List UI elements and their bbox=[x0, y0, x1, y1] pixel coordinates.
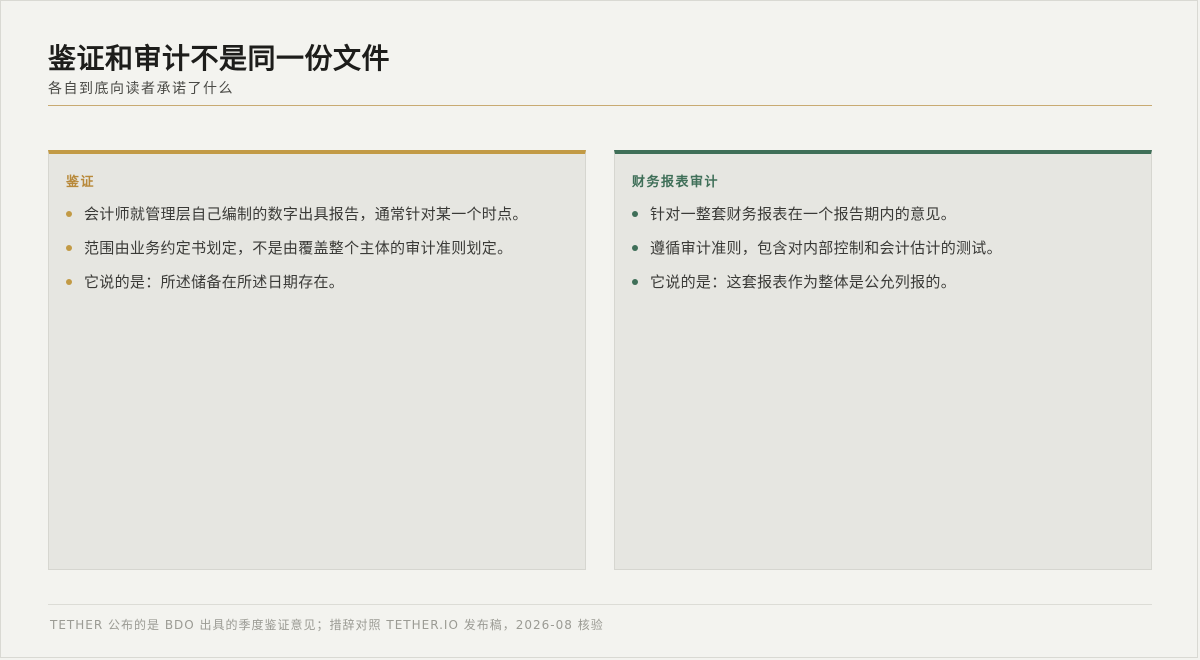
list-item: 范围由业务约定书划定，不是由覆盖整个主体的审计准则划定。 bbox=[66, 238, 528, 258]
list-item-text: 范围由业务约定书划定，不是由覆盖整个主体的审计准则划定。 bbox=[84, 239, 513, 257]
list-item: 它说的是：这套报表作为整体是公允列报的。 bbox=[632, 272, 1002, 292]
bullet-dot-icon bbox=[632, 245, 638, 251]
list-item-text: 会计师就管理层自己编制的数字出具报告，通常针对某一个时点。 bbox=[84, 205, 528, 223]
page-title: 鉴证和审计不是同一份文件 bbox=[48, 42, 391, 75]
bullet-dot-icon bbox=[66, 211, 72, 217]
panel-attestation: 鉴证 会计师就管理层自己编制的数字出具报告，通常针对某一个时点。 范围由业务约定… bbox=[48, 150, 586, 570]
panel-financial-audit: 财务报表审计 针对一整套财务报表在一个报告期内的意见。 遵循审计准则，包含对内部… bbox=[614, 150, 1152, 570]
list-item-text: 针对一整套财务报表在一个报告期内的意见。 bbox=[650, 205, 957, 223]
list-item-text: 它说的是：所述储备在所述日期存在。 bbox=[84, 273, 345, 291]
panel-label: 财务报表审计 bbox=[632, 175, 720, 190]
page-subtitle: 各自到底向读者承诺了什么 bbox=[48, 81, 234, 97]
list-item-text: 遵循审计准则，包含对内部控制和会计估计的测试。 bbox=[650, 239, 1002, 257]
footer-divider bbox=[48, 604, 1152, 605]
list-item: 会计师就管理层自己编制的数字出具报告，通常针对某一个时点。 bbox=[66, 204, 528, 224]
panel-item-list: 会计师就管理层自己编制的数字出具报告，通常针对某一个时点。 范围由业务约定书划定… bbox=[66, 204, 528, 306]
bullet-dot-icon bbox=[66, 279, 72, 285]
list-item: 遵循审计准则，包含对内部控制和会计估计的测试。 bbox=[632, 238, 1002, 258]
footer-note: TETHER 公布的是 BDO 出具的季度鉴证意见；措辞对照 TETHER.IO… bbox=[50, 618, 604, 632]
panel-label: 鉴证 bbox=[66, 175, 96, 190]
panel-item-list: 针对一整套财务报表在一个报告期内的意见。 遵循审计准则，包含对内部控制和会计估计… bbox=[632, 204, 1002, 306]
list-item: 它说的是：所述储备在所述日期存在。 bbox=[66, 272, 528, 292]
header: 鉴证和审计不是同一份文件 各自到底向读者承诺了什么 bbox=[48, 40, 1152, 98]
list-item: 针对一整套财务报表在一个报告期内的意见。 bbox=[632, 204, 1002, 224]
list-item-text: 它说的是：这套报表作为整体是公允列报的。 bbox=[650, 273, 957, 291]
bullet-dot-icon bbox=[66, 245, 72, 251]
bullet-dot-icon bbox=[632, 211, 638, 217]
header-divider bbox=[48, 105, 1152, 106]
bullet-dot-icon bbox=[632, 279, 638, 285]
